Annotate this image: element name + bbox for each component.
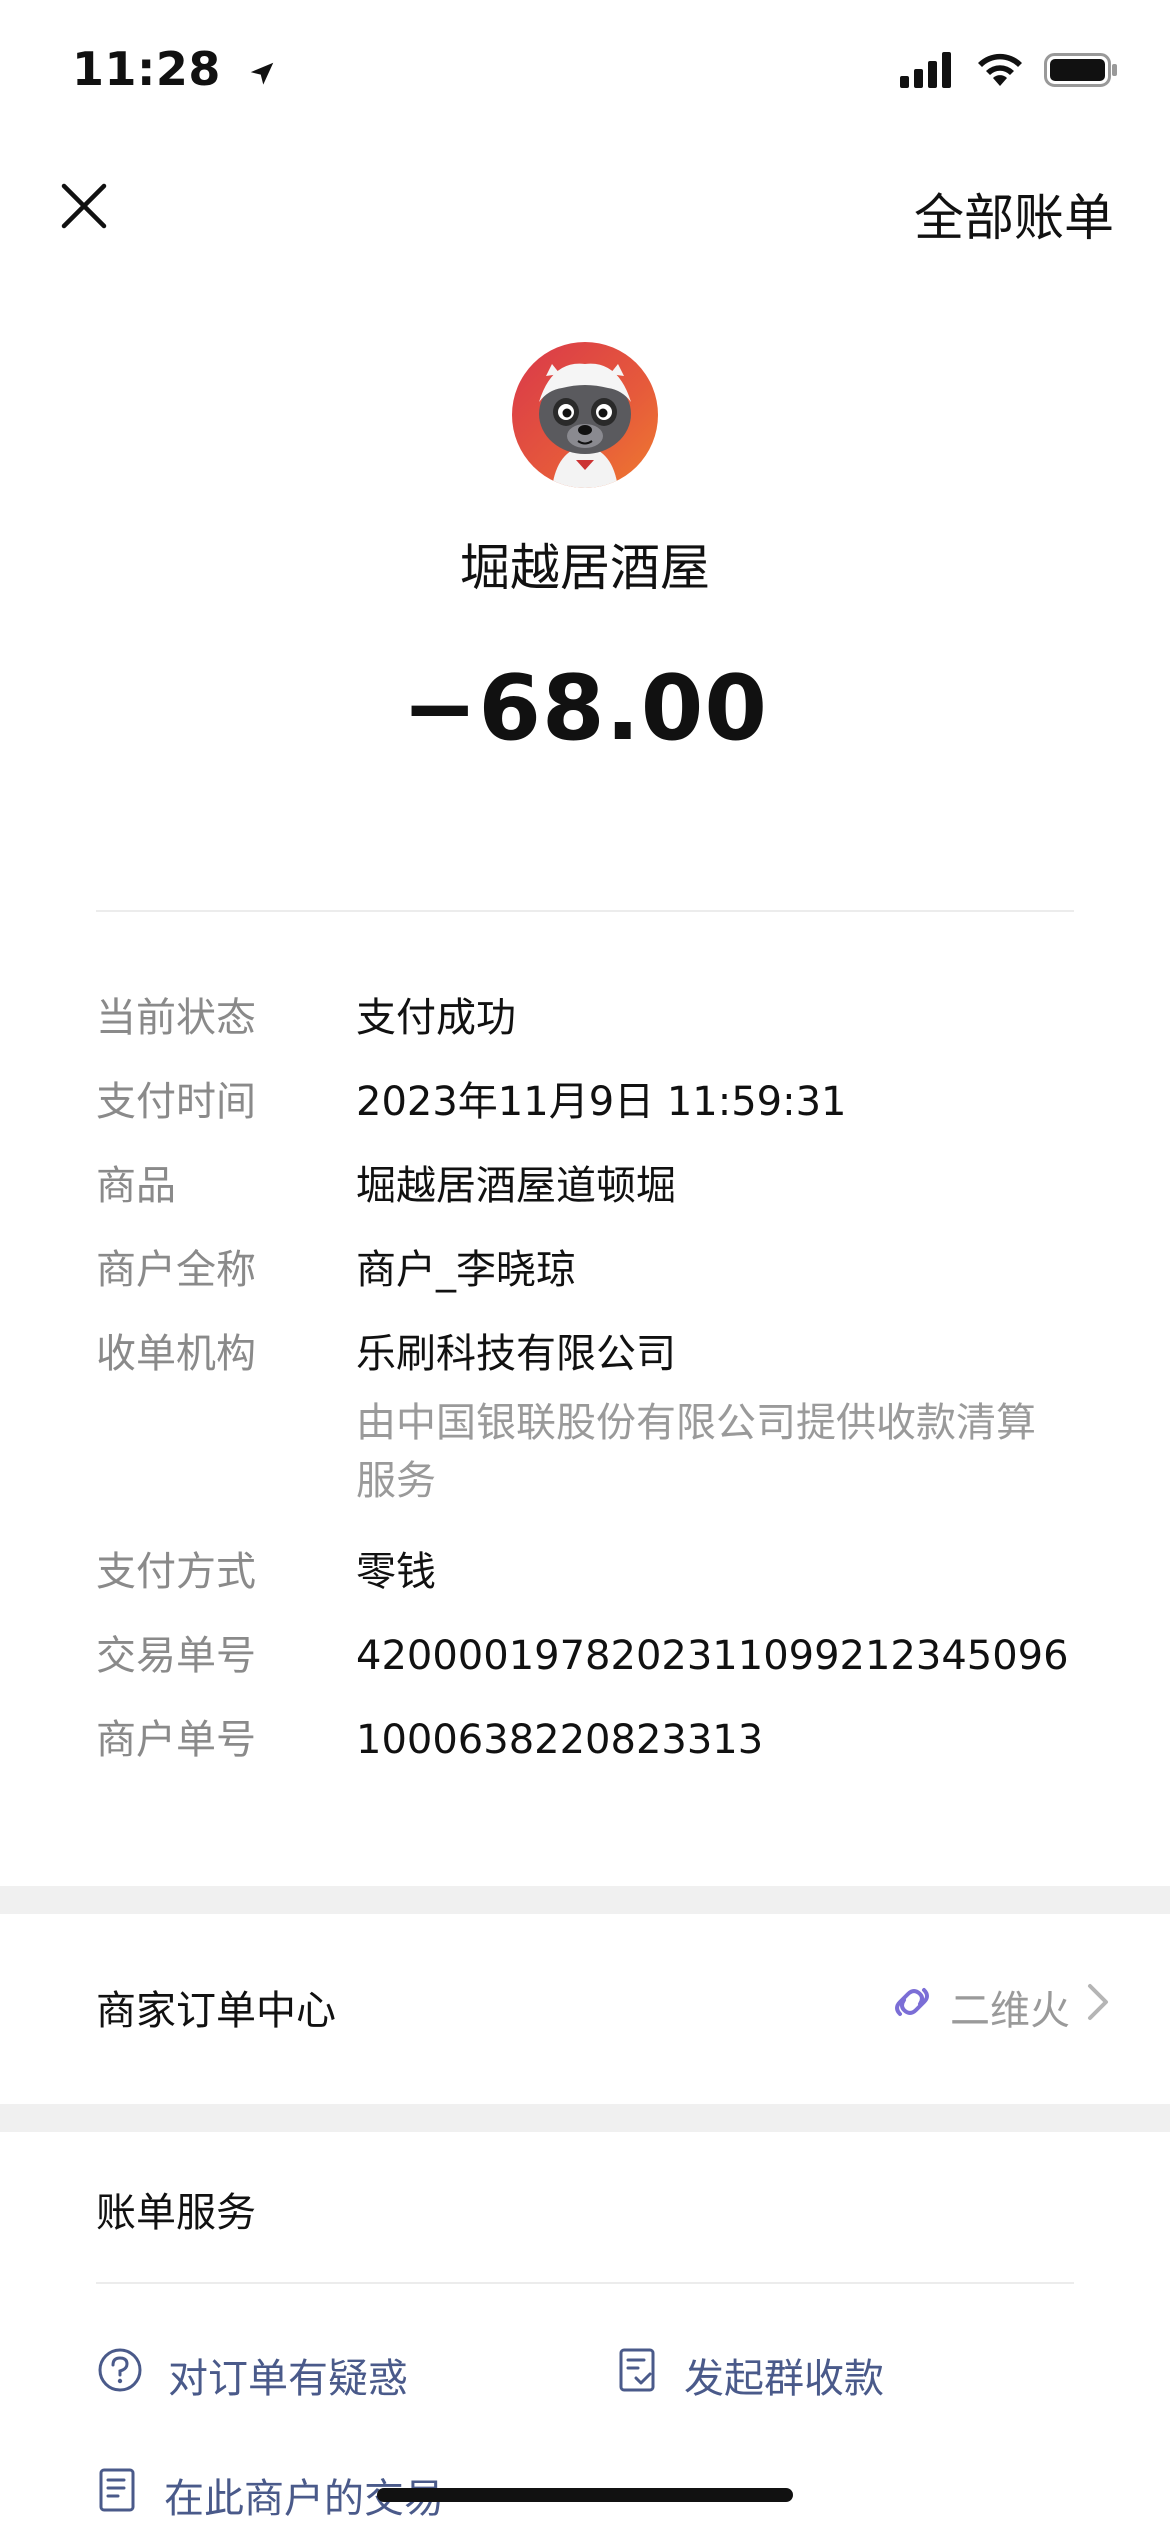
detail-row-status: 当前状态 支付成功 <box>96 990 1110 1046</box>
order-center-link[interactable]: 二维火 <box>888 1978 1114 2036</box>
detail-row-pay-method: 支付方式 零钱 <box>96 1544 1110 1600</box>
acquirer-note: 由中国银联股份有限公司提供收款清算服务 <box>356 1400 1036 1504</box>
battery-icon <box>1044 52 1118 92</box>
detail-value: 2023年11月9日 11:59:31 <box>356 1079 847 1125</box>
chevron-right-icon <box>1084 1980 1114 2034</box>
group-collect-label: 发起群收款 <box>684 2356 884 2402</box>
order-question-label: 对订单有疑惑 <box>168 2356 408 2402</box>
question-circle-icon <box>96 2346 144 2404</box>
close-button[interactable] <box>56 178 112 234</box>
status-time: 11:28 <box>72 42 277 100</box>
detail-value: 乐刷科技有限公司 <box>356 1331 676 1377</box>
honey-badger-mascot-icon <box>539 363 631 488</box>
detail-value[interactable]: 4200001978202311099212345096 <box>356 1628 1069 1684</box>
home-indicator[interactable] <box>377 2488 793 2502</box>
detail-row-transaction-id: 交易单号 4200001978202311099212345096 <box>96 1628 1110 1684</box>
detail-row-merchant-full-name: 商户全称 商户_李晓琼 <box>96 1242 1110 1298</box>
detail-value: 零钱 <box>356 1549 436 1595</box>
detail-label: 支付方式 <box>96 1549 256 1595</box>
detail-value: 商户_李晓琼 <box>356 1247 576 1293</box>
bill-service-title: 账单服务 <box>96 2190 256 2236</box>
merchant-avatar <box>512 342 658 488</box>
order-question-link[interactable]: 对订单有疑惑 <box>96 2346 408 2404</box>
transaction-amount: −68.00 <box>401 656 769 761</box>
detail-label: 当前状态 <box>96 995 256 1041</box>
document-list-icon <box>96 2466 140 2524</box>
order-center-title: 商家订单中心 <box>96 1988 336 2034</box>
header-divider <box>96 910 1074 912</box>
status-time-text: 11:28 <box>72 42 221 96</box>
mini-program-link-icon <box>888 1978 936 2036</box>
document-check-icon <box>616 2346 660 2404</box>
detail-row-product: 商品 堀越居酒屋道顿堀 <box>96 1158 1110 1214</box>
cellular-signal-icon <box>900 52 956 92</box>
detail-row-merchant-order-id: 商户单号 1000638220823313 <box>96 1712 1110 1768</box>
order-center-link-text: 二维火 <box>950 1988 1070 2034</box>
all-bills-link[interactable]: 全部账单 <box>914 178 1114 250</box>
bill-service-divider <box>96 2282 1074 2284</box>
detail-label: 商户全称 <box>96 1247 256 1293</box>
detail-label: 收单机构 <box>96 1331 256 1377</box>
detail-row-pay-time: 支付时间 2023年11月9日 11:59:31 <box>96 1074 1110 1130</box>
wifi-icon <box>976 52 1024 92</box>
detail-label: 商品 <box>96 1163 176 1209</box>
detail-value: 支付成功 <box>356 995 516 1041</box>
detail-value[interactable]: 1000638220823313 <box>356 1712 763 1768</box>
detail-value: 堀越居酒屋道顿堀 <box>356 1163 676 1209</box>
detail-label: 交易单号 <box>96 1633 256 1679</box>
close-icon <box>61 183 107 229</box>
detail-label: 支付时间 <box>96 1079 256 1125</box>
section-separator <box>0 2104 1170 2132</box>
detail-row-acquirer: 收单机构 乐刷科技有限公司 由中国银联股份有限公司提供收款清算服务 <box>96 1326 1110 1510</box>
location-arrow-icon <box>247 46 277 100</box>
merchant-name: 堀越居酒屋 <box>460 539 710 597</box>
section-separator <box>0 1886 1170 1914</box>
group-collect-link[interactable]: 发起群收款 <box>616 2346 884 2404</box>
status-icons <box>900 52 1118 92</box>
detail-label: 商户单号 <box>96 1717 256 1763</box>
